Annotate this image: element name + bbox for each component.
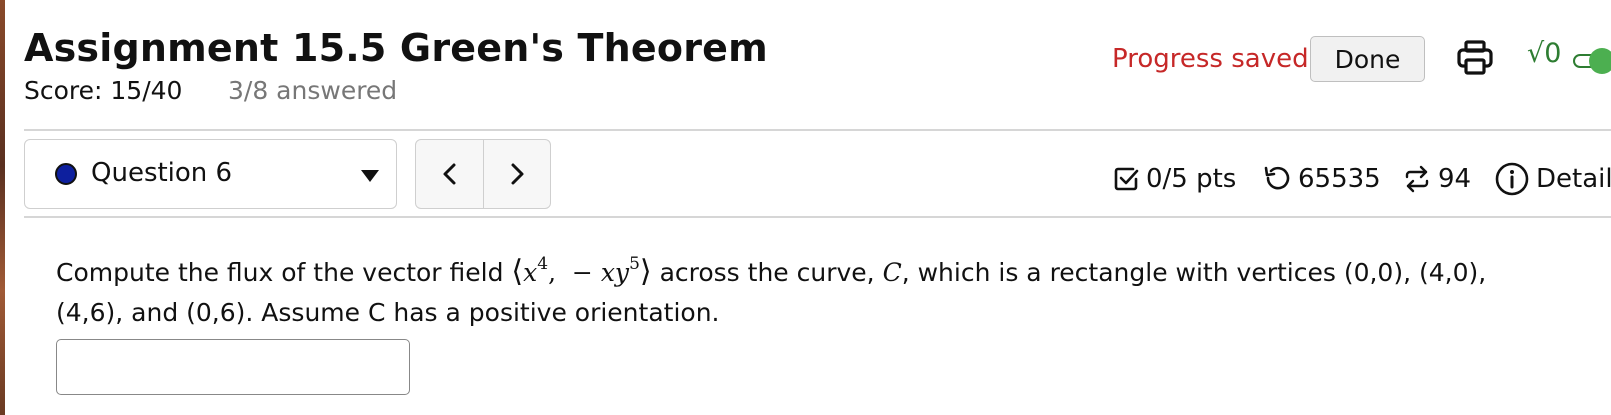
info-icon	[1495, 162, 1529, 196]
chevron-down-icon	[361, 170, 379, 182]
points-text: 0/5 pts	[1146, 164, 1237, 194]
vector-field: ⟨x4, − xy5⟩	[511, 254, 652, 289]
chevron-right-icon	[511, 163, 524, 185]
points-indicator: 0/5 pts	[1112, 162, 1236, 196]
question-select-label: Question 6	[91, 158, 233, 188]
progress-status: Progress saved	[1112, 44, 1309, 74]
versions-text: 94	[1438, 164, 1472, 194]
previous-question-button[interactable]	[416, 140, 483, 208]
details-link[interactable]: Details	[1494, 162, 1611, 196]
question-select[interactable]: Question 6	[24, 139, 397, 209]
question-text: Compute the flux of the vector field ⟨x4…	[56, 254, 1487, 327]
header-divider	[24, 129, 1611, 131]
page-title: Assignment 15.5 Green's Theorem	[24, 26, 768, 70]
next-question-button[interactable]	[483, 140, 550, 208]
done-button[interactable]: Done	[1310, 36, 1425, 82]
curve-symbol: C	[882, 258, 902, 287]
retry-arrows-icon	[1405, 165, 1429, 193]
details-text: Details	[1536, 164, 1611, 194]
attempts-text: 65535	[1298, 164, 1381, 194]
question-status-dot	[55, 163, 77, 185]
question-nav-group	[415, 139, 551, 209]
toggle-knob	[1589, 48, 1611, 74]
sqrt-icon: √0	[1527, 38, 1562, 69]
answer-input[interactable]	[56, 339, 410, 395]
answered-count: 3/8 answered	[228, 76, 398, 105]
history-icon	[1264, 166, 1290, 190]
question-divider	[24, 216, 1611, 218]
math-entry-toggle[interactable]: √0	[1527, 38, 1611, 78]
checkbox-icon	[1114, 167, 1139, 191]
print-icon[interactable]	[1455, 38, 1495, 78]
chevron-left-icon	[443, 163, 455, 185]
score-text: Score: 15/40	[24, 76, 183, 105]
attempts-indicator: 65535	[1262, 162, 1381, 196]
left-window-edge	[0, 0, 5, 415]
versions-indicator: 94	[1402, 162, 1471, 196]
